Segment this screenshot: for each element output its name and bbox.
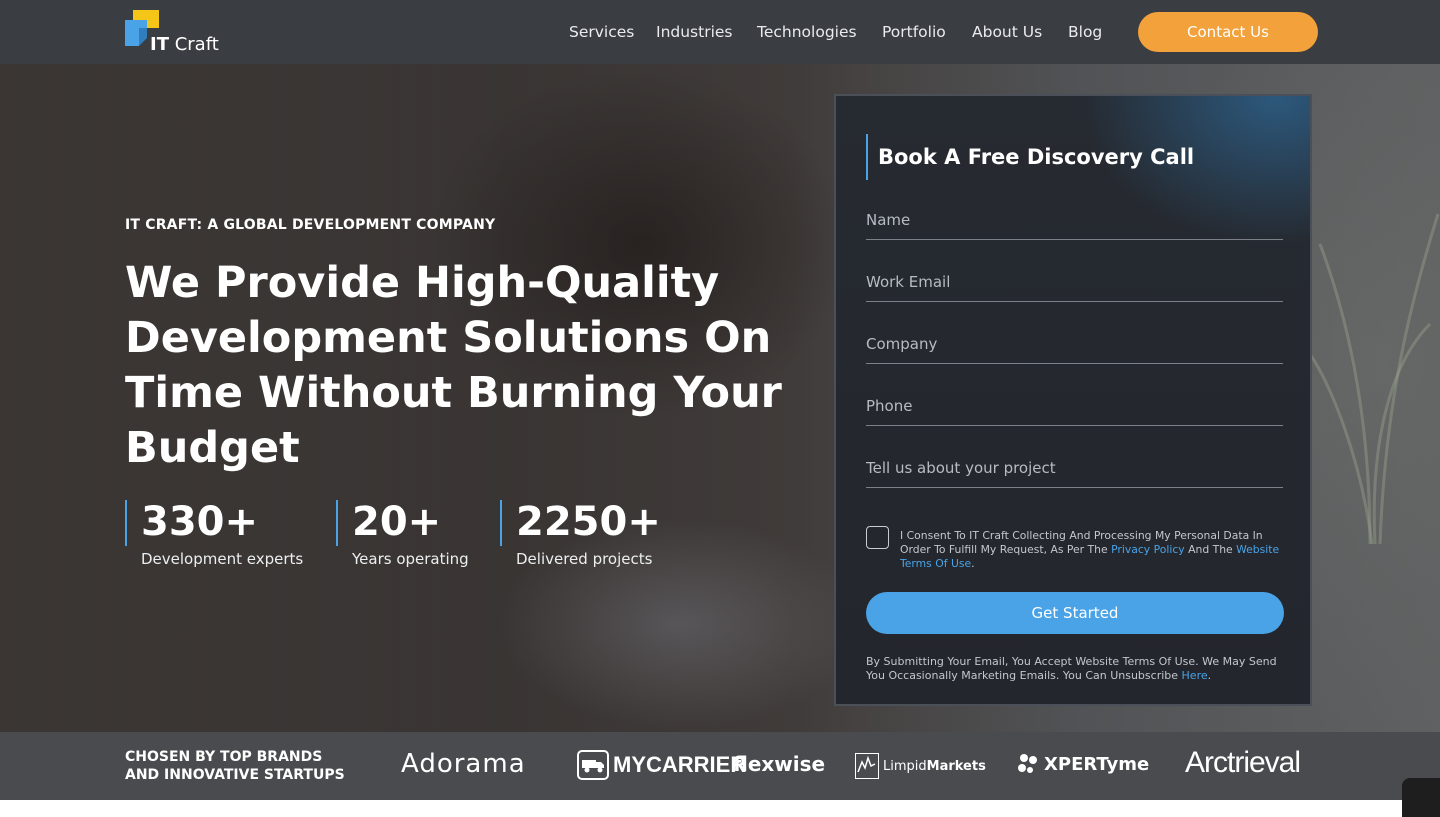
logo-wordmark: IT Craft (150, 34, 219, 55)
flexwise-logo: flexwise (733, 752, 826, 776)
stat-delivered-projects: 2250+ Delivered projects (500, 499, 680, 568)
xpertyme-mark-icon (1018, 754, 1037, 773)
plant-decoration (1310, 213, 1440, 544)
company-field (866, 324, 1283, 364)
work-email-input[interactable] (866, 262, 1283, 301)
hero-headline: We Provide High-Quality Development Solu… (125, 258, 782, 473)
nav-industries[interactable]: Industries (656, 23, 733, 41)
work-email-field (866, 262, 1283, 302)
get-started-button[interactable]: Get Started (866, 592, 1284, 634)
name-field (866, 200, 1283, 240)
stat-label: Delivered projects (516, 550, 653, 568)
top-navigation-bar: IT Craft Services Industries Technologie… (0, 0, 1440, 64)
phone-field (866, 386, 1283, 426)
unsubscribe-link[interactable]: Here (1182, 669, 1208, 682)
stat-label: Development experts (141, 550, 304, 568)
project-description-field (866, 448, 1283, 488)
arctrieval-logo: Arctrieval (1185, 746, 1301, 779)
page-bottom-edge (0, 800, 1440, 817)
phone-input[interactable] (866, 386, 1283, 425)
xpertyme-logo: XPERTyme (1016, 752, 1149, 776)
privacy-policy-link[interactable]: Privacy Policy (1111, 543, 1185, 556)
it-craft-logo[interactable]: IT Craft (123, 10, 223, 56)
company-input[interactable] (866, 324, 1283, 363)
chat-widget-button[interactable] (1402, 778, 1440, 817)
hero-kicker: IT CRAFT: A GLOBAL DEVELOPMENT COMPANY (125, 217, 496, 233)
stat-development-experts: 330+ Development experts (125, 499, 325, 568)
hero-section: IT CRAFT: A GLOBAL DEVELOPMENT COMPANY W… (0, 64, 1440, 732)
name-input[interactable] (866, 200, 1283, 239)
discovery-call-form: Book A Free Discovery Call I Consent To … (834, 94, 1312, 706)
contact-us-button[interactable]: Contact Us (1138, 12, 1318, 52)
nav-portfolio[interactable]: Portfolio (882, 23, 946, 41)
marketing-disclaimer: By Submitting Your Email, You Accept Web… (866, 655, 1277, 682)
stat-value: 2250+ (516, 499, 661, 545)
adorama-logo: Adorama (401, 749, 526, 779)
stat-label: Years operating (352, 550, 469, 568)
stat-years-operating: 20+ Years operating (336, 499, 486, 568)
consent-checkbox[interactable] (866, 526, 889, 549)
brands-heading: CHOSEN BY TOP BRANDS AND INNOVATIVE STAR… (125, 749, 345, 783)
nav-about-us[interactable]: About Us (972, 23, 1042, 41)
nav-blog[interactable]: Blog (1068, 23, 1102, 41)
form-title: Book A Free Discovery Call (866, 134, 1194, 180)
stat-value: 330+ (141, 499, 259, 545)
consent-text: I Consent To IT Craft Collecting And Pro… (900, 529, 1280, 570)
mycarrier-logo: MYCARRIER (577, 750, 746, 780)
truck-icon (577, 750, 609, 780)
project-description-input[interactable] (866, 448, 1283, 487)
limpid-chart-icon (855, 753, 879, 779)
nav-technologies[interactable]: Technologies (757, 23, 857, 41)
limpid-markets-logo: LimpidMarkets (855, 753, 986, 779)
client-brands-strip: CHOSEN BY TOP BRANDS AND INNOVATIVE STAR… (0, 732, 1440, 800)
stat-value: 20+ (352, 499, 442, 545)
nav-services[interactable]: Services (569, 23, 634, 41)
